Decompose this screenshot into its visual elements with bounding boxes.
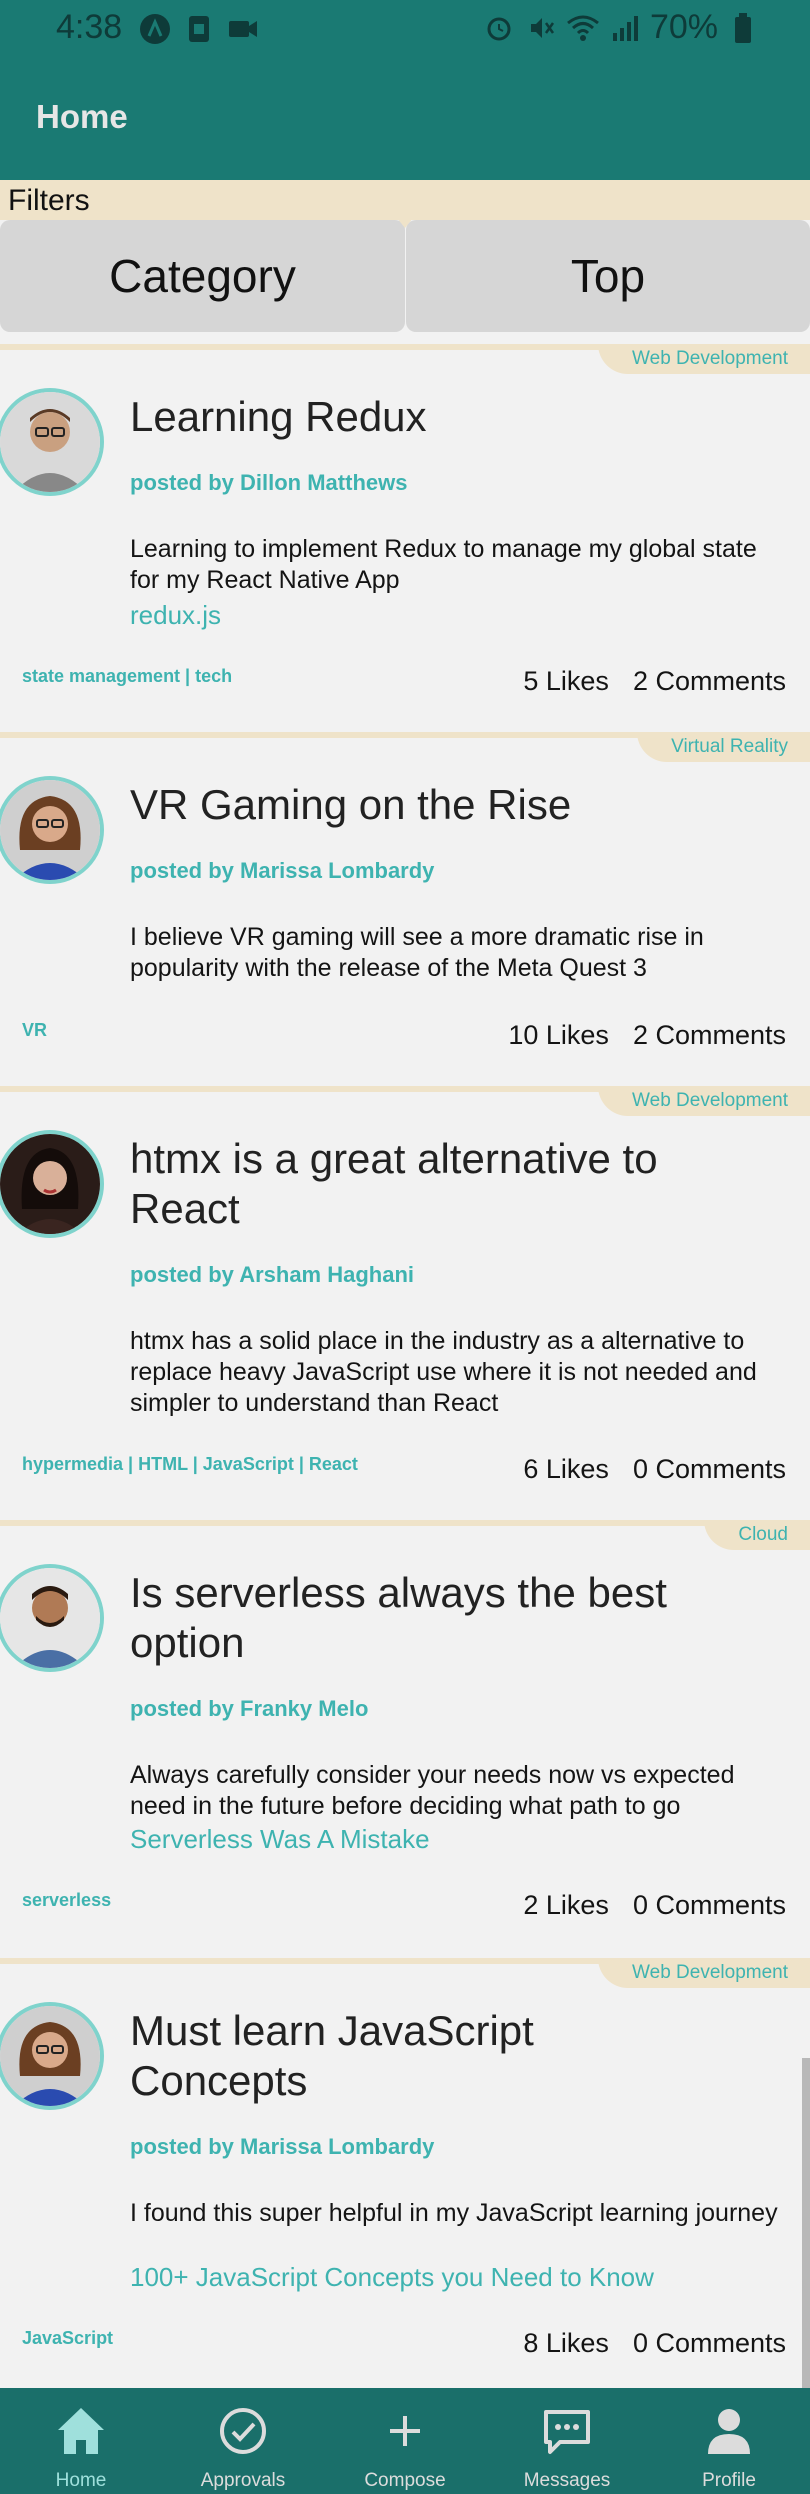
nav-messages-label: Messages xyxy=(523,2470,611,2491)
alarm-icon xyxy=(482,11,516,45)
post-tags: JavaScript xyxy=(22,2328,114,2348)
nav-profile-label: Profile xyxy=(702,2470,756,2491)
post-stats: 6 Likes 0 Comments xyxy=(523,1454,786,1485)
likes-count[interactable]: 6 Likes xyxy=(523,1454,609,1485)
filters-label: Filters xyxy=(8,184,90,217)
top-filter-button[interactable]: Top xyxy=(406,220,810,332)
avatar[interactable] xyxy=(0,1564,104,1672)
post-title[interactable]: htmx is a great alternative to React xyxy=(130,1134,690,1234)
post-tags: hypermedia | HTML | JavaScript | React xyxy=(22,1454,358,1474)
post-body: I found this super helpful in my JavaScr… xyxy=(130,2199,778,2227)
nav-profile[interactable]: Profile xyxy=(648,2388,810,2494)
category-tag[interactable]: Web Development xyxy=(598,1086,810,1116)
check-circle-icon xyxy=(220,2408,266,2454)
post-title[interactable]: Must learn JavaScript Concepts xyxy=(130,2006,690,2106)
page-title: Home xyxy=(36,98,128,135)
nav-compose[interactable]: Compose xyxy=(324,2388,486,2494)
post-body: htmx has a solid place in the industry a… xyxy=(130,1327,757,1417)
avatar[interactable] xyxy=(0,2002,104,2110)
nav-home-label: Home xyxy=(55,2470,107,2491)
likes-count[interactable]: 8 Likes xyxy=(523,2328,609,2359)
post-author[interactable]: posted by Marissa Lombardy xyxy=(130,2134,434,2160)
category-tag[interactable]: Virtual Reality xyxy=(637,732,810,762)
nav-approvals-label: Approvals xyxy=(200,2470,286,2491)
likes-count[interactable]: 2 Likes xyxy=(523,1890,609,1921)
post-body: Always carefully consider your needs now… xyxy=(130,1761,735,1820)
chat-icon xyxy=(544,2410,590,2454)
category-tag[interactable]: Web Development xyxy=(598,344,810,374)
post-divider xyxy=(0,1520,810,1526)
bottom-navigation: Home Approvals Compose Messages Profile xyxy=(0,2388,810,2494)
avatar[interactable] xyxy=(0,388,104,496)
post-stats: 8 Likes 0 Comments xyxy=(523,2328,786,2359)
category-filter-button[interactable]: Category xyxy=(0,220,405,332)
likes-count[interactable]: 5 Likes xyxy=(523,666,609,697)
post-link[interactable]: redux.js xyxy=(130,600,221,631)
home-icon xyxy=(58,2408,104,2454)
post-stats: 10 Likes 2 Comments xyxy=(508,1020,786,1051)
post-author[interactable]: posted by Dillon Matthews xyxy=(130,470,407,496)
comments-count[interactable]: 0 Comments xyxy=(633,1890,786,1921)
post-link[interactable]: Serverless Was A Mistake xyxy=(130,1824,430,1855)
battery-percent: 70% xyxy=(649,8,718,46)
nav-home[interactable]: Home xyxy=(0,2388,162,2494)
avatar[interactable] xyxy=(0,776,104,884)
filters-bar: Filters xyxy=(0,180,810,220)
post-body: I believe VR gaming will see a more dram… xyxy=(130,923,704,982)
app-header: 4:38 70% Home xyxy=(0,0,810,180)
nav-compose-label: Compose xyxy=(364,2470,446,2491)
post-tags: state management | tech xyxy=(22,666,233,686)
post-card[interactable]: Cloud Is serverless always the best opti… xyxy=(0,1520,810,1960)
post-stats: 2 Likes 0 Comments xyxy=(523,1890,786,1921)
app-icon xyxy=(138,12,172,46)
post-card[interactable]: Virtual Reality VR Gaming on the Rise po… xyxy=(0,732,810,1088)
post-card[interactable]: Web Development htmx is a great alternat… xyxy=(0,1086,810,1522)
comments-count[interactable]: 2 Comments xyxy=(633,1020,786,1051)
post-author[interactable]: posted by Marissa Lombardy xyxy=(130,858,434,884)
comments-count[interactable]: 0 Comments xyxy=(633,2328,786,2359)
nav-messages[interactable]: Messages xyxy=(486,2388,648,2494)
scrollbar[interactable] xyxy=(802,2058,810,2388)
post-link[interactable]: 100+ JavaScript Concepts you Need to Kno… xyxy=(130,2262,654,2293)
likes-count[interactable]: 10 Likes xyxy=(508,1020,609,1051)
post-card[interactable]: Web Development Learning Redux posted by… xyxy=(0,344,810,734)
post-card[interactable]: Web Development Must learn JavaScript Co… xyxy=(0,1958,810,2388)
post-stats: 5 Likes 2 Comments xyxy=(523,666,786,697)
post-title[interactable]: Learning Redux xyxy=(130,392,690,442)
sim-icon xyxy=(182,12,216,46)
post-author[interactable]: posted by Franky Melo xyxy=(130,1696,368,1722)
category-tag[interactable]: Cloud xyxy=(704,1520,810,1550)
post-author[interactable]: posted by Arsham Haghani xyxy=(130,1262,414,1288)
filter-divider xyxy=(397,218,413,228)
post-tags: serverless xyxy=(22,1890,112,1910)
post-title[interactable]: VR Gaming on the Rise xyxy=(130,780,690,830)
battery-icon xyxy=(726,11,760,45)
comments-count[interactable]: 0 Comments xyxy=(633,1454,786,1485)
post-body: Learning to implement Redux to manage my… xyxy=(130,535,757,594)
plus-icon xyxy=(390,2416,420,2446)
status-bar: 4:38 70% xyxy=(0,0,810,56)
nav-approvals[interactable]: Approvals xyxy=(162,2388,324,2494)
mute-icon xyxy=(524,11,558,45)
avatar[interactable] xyxy=(0,1130,104,1238)
category-tag[interactable]: Web Development xyxy=(598,1958,810,1988)
video-icon xyxy=(226,12,260,46)
status-right: 70% xyxy=(482,8,760,47)
signal-icon xyxy=(608,11,642,45)
comments-count[interactable]: 2 Comments xyxy=(633,666,786,697)
post-title[interactable]: Is serverless always the best option xyxy=(130,1568,690,1668)
post-tags: VR xyxy=(22,1020,48,1040)
status-left-icons xyxy=(138,12,260,46)
wifi-icon xyxy=(566,11,600,45)
status-time: 4:38 xyxy=(56,8,123,46)
person-icon xyxy=(708,2409,750,2454)
